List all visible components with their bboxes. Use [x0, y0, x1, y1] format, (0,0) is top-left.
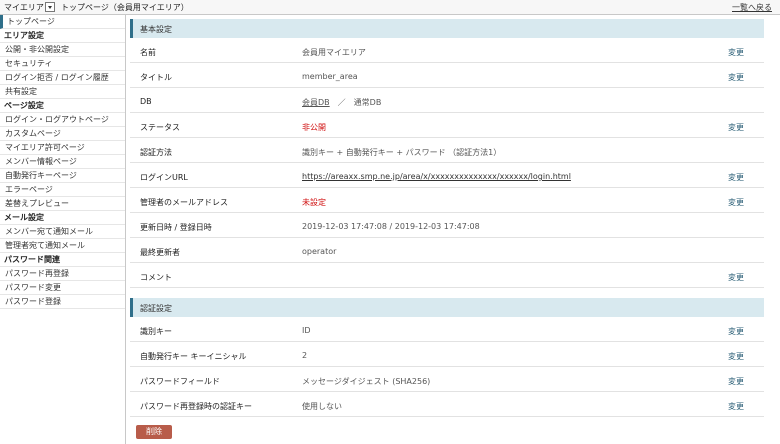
- row-password-field: パスワードフィールド メッセージダイジェスト (SHA256) 変更: [130, 367, 764, 392]
- row-value: メッセージダイジェスト (SHA256): [302, 377, 431, 386]
- normal-db-text: 通常DB: [353, 98, 382, 107]
- top-bar: マイエリア トップページ（会員用マイエリア） 一覧へ戻る: [0, 0, 780, 15]
- admin-mail-value: 未設定: [302, 198, 326, 207]
- row-admin-mail: 管理者のメールアドレス 未設定 変更: [130, 188, 764, 213]
- sidebar-item-security[interactable]: セキュリティ: [0, 57, 125, 71]
- row-label: コメント: [140, 273, 172, 282]
- delete-button[interactable]: 削除: [136, 425, 172, 439]
- back-to-list-link[interactable]: 一覧へ戻る: [732, 2, 772, 13]
- sidebar-item-pw-register[interactable]: パスワード登録: [0, 295, 125, 309]
- row-title: タイトル member_area 変更: [130, 63, 764, 88]
- sidebar-item-allowed-page[interactable]: マイエリア許可ページ: [0, 141, 125, 155]
- row-label: 名前: [140, 48, 156, 57]
- sidebar-item-custom-page[interactable]: カスタムページ: [0, 127, 125, 141]
- row-db: DB 会員DB ／ 通常DB: [130, 88, 764, 113]
- row-value: member_area: [302, 72, 358, 81]
- login-url-link[interactable]: https://areaxx.smp.ne.jp/area/x/xxxxxxxx…: [302, 172, 571, 181]
- sidebar-item-publish[interactable]: 公開・非公開設定: [0, 43, 125, 57]
- section-auth-settings: 認証設定: [130, 298, 764, 317]
- row-reauth-key: パスワード再登録時の認証キー 使用しない 変更: [130, 392, 764, 417]
- change-button[interactable]: 変更: [728, 172, 744, 183]
- sidebar-item-autokey-page[interactable]: 自動発行キーページ: [0, 169, 125, 183]
- app-dropdown-icon[interactable]: [45, 2, 55, 12]
- row-label: 識別キー: [140, 327, 172, 336]
- row-name: 名前 会員用マイエリア 変更: [130, 38, 764, 63]
- row-key: 識別キー ID 変更: [130, 317, 764, 342]
- row-dates: 更新日時 / 登録日時 2019-12-03 17:47:08 / 2019-1…: [130, 213, 764, 238]
- row-login-url: ログインURL https://areaxx.smp.ne.jp/area/x/…: [130, 163, 764, 188]
- row-key-initial: 自動発行キー キーイニシャル 2 変更: [130, 342, 764, 367]
- section-basic-settings: 基本設定: [130, 19, 764, 38]
- change-button[interactable]: 変更: [728, 272, 744, 283]
- row-label: パスワード再登録時の認証キー: [140, 402, 252, 411]
- row-value: 2: [302, 351, 308, 360]
- row-status: ステータス 非公開 変更: [130, 113, 764, 138]
- status-value: 非公開: [302, 123, 326, 132]
- sidebar-item-pw-change[interactable]: パスワード変更: [0, 281, 125, 295]
- row-label: ステータス: [140, 123, 180, 132]
- change-button[interactable]: 変更: [728, 401, 744, 412]
- sidebar-heading-mail: メール設定: [0, 211, 125, 225]
- sidebar-item-preview[interactable]: 差替えプレビュー: [0, 197, 125, 211]
- row-label: DB: [140, 97, 152, 106]
- row-value: ID: [302, 326, 311, 335]
- sidebar: トップページ エリア設定 公開・非公開設定 セキュリティ ログイン拒否 / ログ…: [0, 15, 126, 444]
- row-label: ログインURL: [140, 173, 188, 182]
- row-value: 識別キー + 自動発行キー + パスワード （認証方法1）: [302, 148, 502, 157]
- change-button[interactable]: 変更: [728, 72, 744, 83]
- sidebar-item-member-mail[interactable]: メンバー宛て通知メール: [0, 225, 125, 239]
- main-content: 基本設定 名前 会員用マイエリア 変更 タイトル member_area 変更 …: [126, 15, 776, 444]
- sidebar-item-share[interactable]: 共有設定: [0, 85, 125, 99]
- change-button[interactable]: 変更: [728, 197, 744, 208]
- section-title: 基本設定: [140, 25, 172, 34]
- row-label: 最終更新者: [140, 248, 180, 257]
- sidebar-heading-area: エリア設定: [0, 29, 125, 43]
- row-label: 更新日時 / 登録日時: [140, 223, 212, 232]
- sidebar-item-login-page[interactable]: ログイン・ログアウトページ: [0, 113, 125, 127]
- row-comment: コメント 変更: [130, 263, 764, 288]
- sidebar-item-top[interactable]: トップページ: [0, 15, 125, 29]
- change-button[interactable]: 変更: [728, 376, 744, 387]
- row-label: 管理者のメールアドレス: [140, 198, 228, 207]
- sidebar-heading-page: ページ設定: [0, 99, 125, 113]
- sidebar-heading-password: パスワード関連: [0, 253, 125, 267]
- change-button[interactable]: 変更: [728, 122, 744, 133]
- change-button[interactable]: 変更: [728, 351, 744, 362]
- row-auth-method: 認証方法 識別キー + 自動発行キー + パスワード （認証方法1）: [130, 138, 764, 163]
- member-db-link[interactable]: 会員DB: [302, 98, 330, 107]
- row-label: 自動発行キー キーイニシャル: [140, 352, 247, 361]
- sidebar-item-pw-reregister[interactable]: パスワード再登録: [0, 267, 125, 281]
- page-title: トップページ（会員用マイエリア）: [61, 3, 189, 12]
- sidebar-item-admin-mail[interactable]: 管理者宛て通知メール: [0, 239, 125, 253]
- row-value: 2019-12-03 17:47:08 / 2019-12-03 17:47:0…: [302, 222, 480, 231]
- row-label: パスワードフィールド: [140, 377, 220, 386]
- sidebar-item-login-deny[interactable]: ログイン拒否 / ログイン履歴: [0, 71, 125, 85]
- app-title: マイエリア: [4, 3, 44, 12]
- row-updater: 最終更新者 operator: [130, 238, 764, 263]
- change-button[interactable]: 変更: [728, 326, 744, 337]
- sidebar-item-error-page[interactable]: エラーページ: [0, 183, 125, 197]
- row-value: 会員用マイエリア: [302, 48, 366, 57]
- db-separator: ／: [337, 98, 346, 107]
- section-title: 認証設定: [140, 304, 172, 313]
- row-label: タイトル: [140, 73, 172, 82]
- row-value: 会員DB ／ 通常DB: [302, 97, 381, 108]
- change-button[interactable]: 変更: [728, 47, 744, 58]
- row-label: 認証方法: [140, 148, 172, 157]
- row-value: operator: [302, 247, 337, 256]
- row-value: 使用しない: [302, 402, 342, 411]
- sidebar-item-member-page[interactable]: メンバー情報ページ: [0, 155, 125, 169]
